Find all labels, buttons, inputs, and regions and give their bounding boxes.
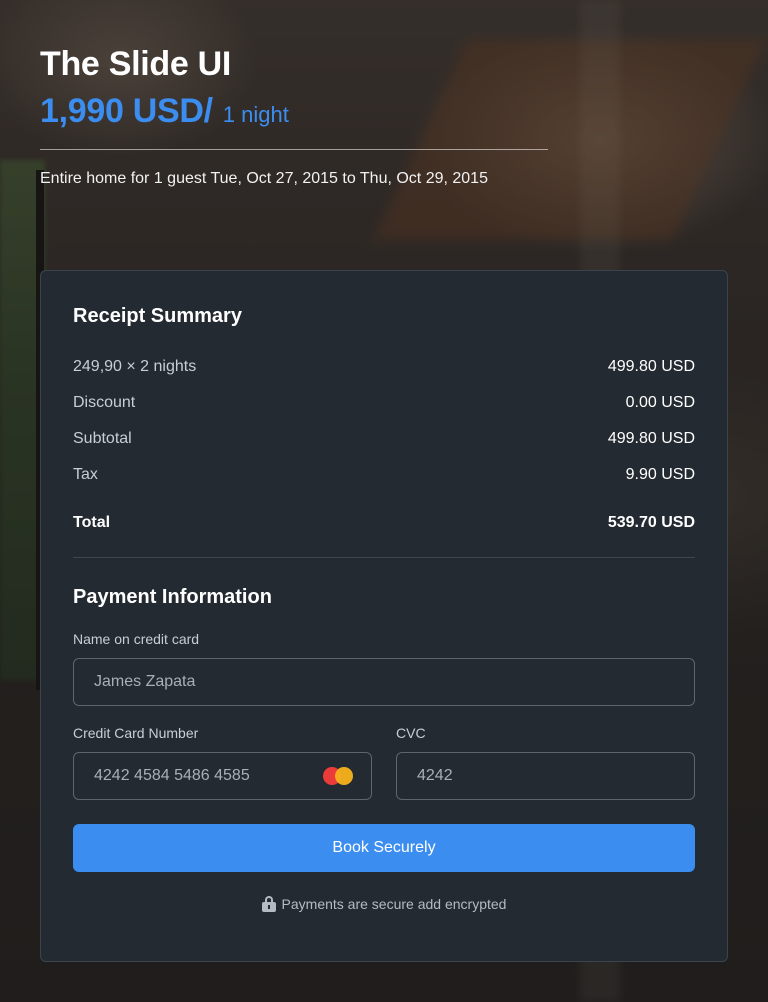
price: 1,990 USD/ (40, 92, 213, 130)
listing-header: The Slide UI 1,990 USD/ 1 night Entire h… (40, 44, 548, 188)
section-divider (73, 557, 695, 558)
name-on-card-input[interactable]: James Zapata (73, 658, 695, 706)
secure-note: Payments are secure add encrypted (73, 896, 695, 912)
payment-heading: Payment Information (73, 586, 272, 608)
card-number-field: Credit Card Number 4242 4584 5486 4585 (73, 724, 372, 800)
stay-details: Entire home for 1 guest Tue, Oct 27, 201… (40, 170, 488, 187)
receipt-row-value: 499.80 USD (607, 430, 695, 447)
receipt-row: Subtotal 499.80 USD (73, 421, 695, 457)
cvc-input[interactable]: 4242 (396, 752, 695, 800)
listing-title: The Slide UI (40, 45, 231, 83)
total-label: Total (73, 514, 111, 531)
receipt-row-value: 0.00 USD (625, 394, 695, 411)
card-details-row: Credit Card Number 4242 4584 5486 4585 C… (73, 724, 695, 800)
name-on-card-label: Name on credit card (73, 631, 200, 647)
lock-icon (261, 896, 276, 912)
secure-note-text: Payments are secure add encrypted (281, 896, 507, 912)
receipt-row-value: 499.80 USD (607, 358, 695, 375)
header-divider (40, 149, 548, 150)
receipt-row-label: Tax (73, 466, 98, 483)
receipt-row-label: Subtotal (73, 430, 132, 447)
receipt-summary: 249,90 × 2 nights 499.80 USD Discount 0.… (73, 349, 695, 541)
receipt-row: Discount 0.00 USD (73, 385, 695, 421)
receipt-row-value: 9.90 USD (625, 466, 695, 483)
card-number-input[interactable]: 4242 4584 5486 4585 (73, 752, 372, 800)
cvc-label: CVC (396, 725, 426, 741)
cvc-value: 4242 (417, 767, 453, 784)
receipt-heading: Receipt Summary (73, 305, 242, 327)
card-number-label: Credit Card Number (73, 725, 199, 741)
book-securely-button[interactable]: Book Securely (73, 824, 695, 872)
cvc-field: CVC 4242 (396, 724, 695, 800)
price-line: 1,990 USD/ 1 night (40, 92, 548, 131)
receipt-row-label: 249,90 × 2 nights (73, 358, 197, 375)
receipt-total-row: Total 539.70 USD (73, 505, 695, 541)
receipt-row: 249,90 × 2 nights 499.80 USD (73, 349, 695, 385)
checkout-card: Receipt Summary 249,90 × 2 nights 499.80… (40, 270, 728, 962)
total-value: 539.70 USD (607, 514, 695, 531)
receipt-row-label: Discount (73, 394, 136, 411)
mastercard-icon (323, 767, 355, 785)
receipt-row: Tax 9.90 USD (73, 457, 695, 493)
name-on-card-value: James Zapata (94, 673, 196, 690)
card-number-value: 4242 4584 5486 4585 (94, 767, 250, 784)
price-unit: 1 night (222, 102, 289, 127)
